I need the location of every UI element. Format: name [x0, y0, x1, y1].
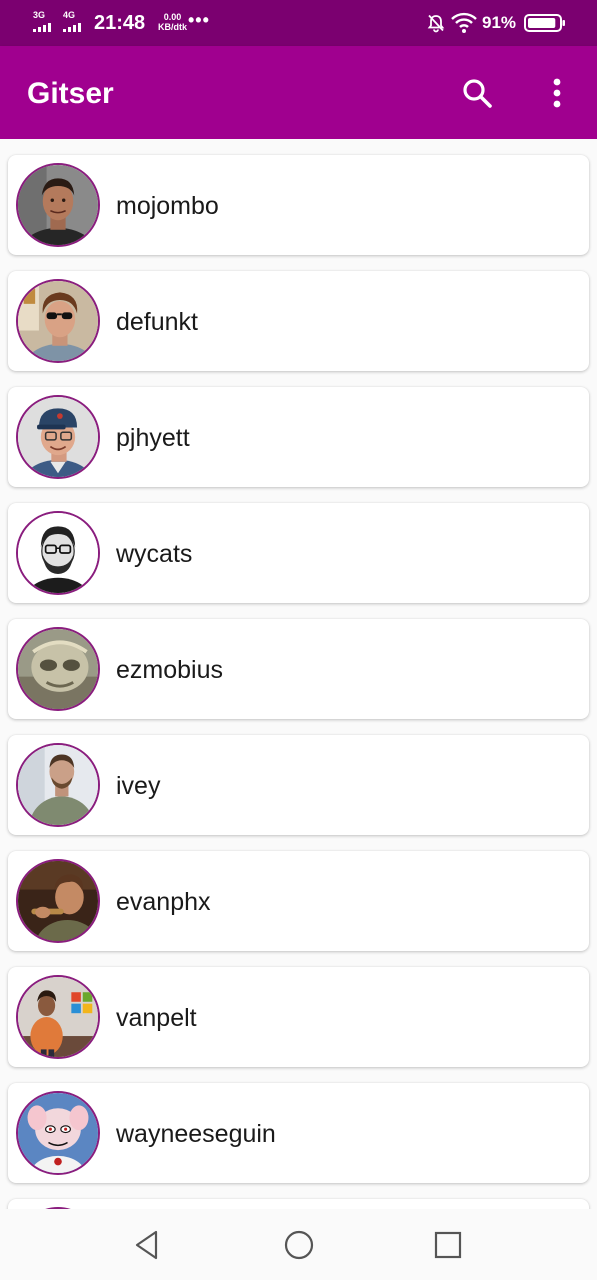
avatar	[16, 975, 100, 1059]
bell-off-icon	[427, 14, 445, 33]
username: defunkt	[116, 308, 199, 336]
user-card-wayneeseguin[interactable]: wayneeseguin	[8, 1083, 589, 1183]
username: ezmobius	[116, 656, 223, 684]
user-card-defunkt[interactable]: defunkt	[8, 271, 589, 371]
net-speed: 0.00 KB/dtk	[158, 12, 187, 32]
signal-icon: 3G	[33, 11, 55, 33]
sim1-network-type: 3G	[33, 10, 46, 20]
recents-icon	[434, 1231, 462, 1259]
overflow-menu-button[interactable]	[542, 74, 572, 112]
net-speed-value: 0.00	[163, 12, 182, 22]
username: wycats	[116, 540, 193, 568]
home-button[interactable]	[283, 1229, 315, 1261]
avatar	[16, 163, 100, 247]
username: ivey	[116, 772, 161, 800]
more-vert-icon	[553, 78, 561, 108]
avatar	[16, 279, 100, 363]
home-icon	[284, 1230, 314, 1260]
sim2-network-type: 4G	[63, 10, 76, 20]
signal-icon: 4G	[63, 11, 85, 33]
net-speed-unit: KB/dtk	[158, 22, 187, 32]
recents-button[interactable]	[432, 1229, 464, 1261]
more-notifications-dots: •••	[188, 10, 210, 30]
navigation-bar	[0, 1209, 597, 1280]
user-card-ivey[interactable]: ivey	[8, 735, 589, 835]
user-card-evanphx[interactable]: evanphx	[8, 851, 589, 951]
avatar	[16, 743, 100, 827]
user-card-ezmobius[interactable]: ezmobius	[8, 619, 589, 719]
user-card-vanpelt[interactable]: vanpelt	[8, 967, 589, 1067]
user-card-partial[interactable]	[8, 1199, 589, 1209]
username: mojombo	[116, 192, 219, 220]
avatar	[16, 859, 100, 943]
search-icon	[463, 79, 492, 108]
avatar	[16, 1091, 100, 1175]
search-button[interactable]	[458, 74, 496, 112]
user-card-pjhyett[interactable]: pjhyett	[8, 387, 589, 487]
user-card-wycats[interactable]: wycats	[8, 503, 589, 603]
avatar	[16, 511, 100, 595]
username: vanpelt	[116, 1004, 197, 1032]
app-title: Gitser	[27, 77, 114, 110]
username: wayneeseguin	[116, 1120, 276, 1148]
battery-icon	[524, 14, 565, 32]
status-bar: 3G 4G 21:48 0.00 KB/dtk ••• 91%	[0, 0, 597, 46]
back-button[interactable]	[132, 1229, 164, 1261]
wifi-icon	[451, 12, 477, 33]
user-card-mojombo[interactable]: mojombo	[8, 155, 589, 255]
user-list[interactable]: mojombo defunkt pjhyett wycats ezmobius …	[0, 139, 597, 1209]
battery-percent: 91%	[482, 13, 517, 32]
avatar	[16, 627, 100, 711]
username: pjhyett	[116, 424, 190, 452]
back-icon	[135, 1230, 158, 1260]
status-time: 21:48	[94, 12, 146, 34]
app-bar: Gitser	[0, 46, 597, 139]
avatar	[16, 395, 100, 479]
username: evanphx	[116, 888, 211, 916]
